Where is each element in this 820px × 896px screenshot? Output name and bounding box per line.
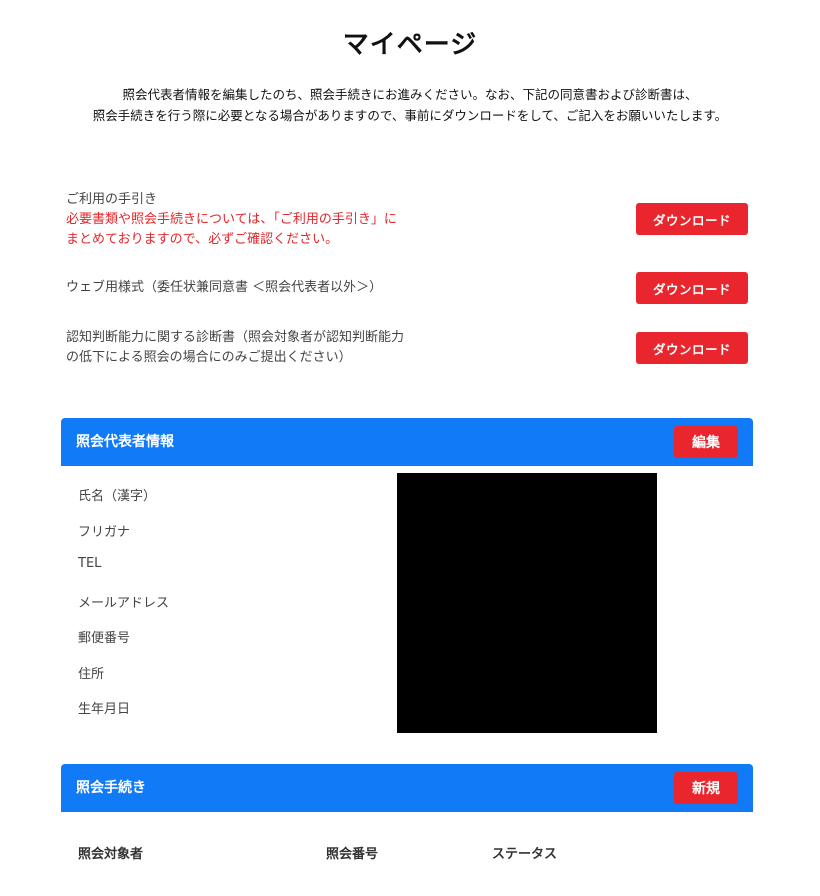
procedures-title: 照会手続き bbox=[76, 780, 146, 796]
download-row-consent: ウェブ用様式（委任状兼同意書 ＜照会代表者以外＞） ダウンロード bbox=[66, 272, 750, 304]
download-consent-button[interactable]: ダウンロード bbox=[636, 272, 748, 304]
download-guide-note-2: まとめておりますので、必ずご確認ください。 bbox=[66, 232, 339, 247]
representative-title: 照会代表者情報 bbox=[76, 434, 174, 450]
column-header-subject: 照会対象者 bbox=[78, 847, 144, 862]
download-guide-button[interactable]: ダウンロード bbox=[636, 203, 748, 235]
field-email: メールアドレス bbox=[78, 596, 170, 611]
download-guide-note-1: 必要書類や照会手続きについては、「ご利用の手引き」に bbox=[66, 212, 397, 227]
new-button[interactable]: 新規 bbox=[674, 772, 738, 804]
download-diagnosis-button[interactable]: ダウンロード bbox=[636, 332, 748, 364]
download-diagnosis-title-2: の低下による照会の場合にのみご提出ください） bbox=[66, 350, 352, 365]
page-title: マイページ bbox=[342, 30, 478, 60]
representative-header: 照会代表者情報 編集 bbox=[61, 418, 753, 466]
column-header-number: 照会番号 bbox=[326, 847, 379, 862]
intro-line-1: 照会代表者情報を編集したのち、照会手続きにお進みください。なお、下記の同意書およ… bbox=[122, 87, 698, 102]
download-consent-title: ウェブ用様式（委任状兼同意書 ＜照会代表者以外＞） bbox=[66, 280, 383, 295]
intro-text: 照会代表者情報を編集したのち、照会手続きにお進みください。なお、下記の同意書およ… bbox=[40, 84, 780, 126]
download-row-guide: ご利用の手引き 必要書類や照会手続きについては、「ご利用の手引き」に まとめてお… bbox=[66, 190, 750, 250]
download-row-diagnosis: 認知判断能力に関する診断書（照会対象者が認知判断能力 の低下による照会の場合にの… bbox=[66, 328, 750, 370]
field-name-kanji: 氏名（漢字） bbox=[78, 489, 157, 504]
field-birthdate: 生年月日 bbox=[78, 702, 131, 717]
field-address: 住所 bbox=[78, 667, 105, 682]
download-guide-title: ご利用の手引き bbox=[66, 192, 158, 207]
field-postal-code: 郵便番号 bbox=[78, 631, 131, 646]
procedures-header: 照会手続き 新規 bbox=[61, 764, 753, 812]
edit-button[interactable]: 編集 bbox=[674, 426, 738, 458]
column-header-status: ステータス bbox=[492, 847, 558, 862]
redacted-values-block bbox=[397, 473, 657, 733]
field-tel: TEL bbox=[78, 556, 102, 571]
download-diagnosis-title-1: 認知判断能力に関する診断書（照会対象者が認知判断能力 bbox=[66, 330, 405, 345]
intro-line-2: 照会手続きを行う際に必要となる場合がありますので、事前にダウンロードをして、ご記… bbox=[92, 108, 728, 123]
field-furigana: フリガナ bbox=[78, 525, 131, 540]
